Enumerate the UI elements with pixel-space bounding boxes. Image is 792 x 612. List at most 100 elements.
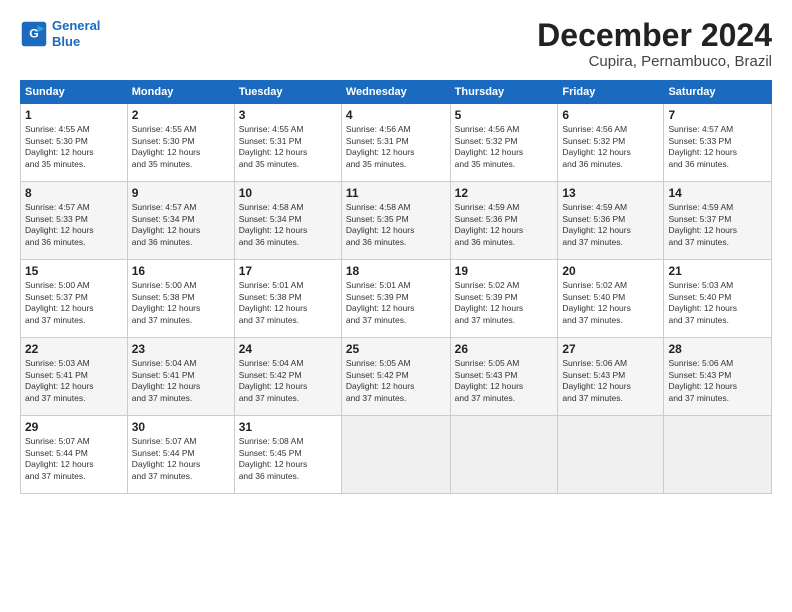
- title-area: December 2024 Cupira, Pernambuco, Brazil: [537, 18, 772, 70]
- day-info: Sunrise: 4:55 AM Sunset: 5:30 PM Dayligh…: [25, 124, 123, 170]
- day-info: Sunrise: 5:06 AM Sunset: 5:43 PM Dayligh…: [668, 358, 767, 404]
- day-number: 24: [239, 342, 337, 356]
- day-number: 16: [132, 264, 230, 278]
- col-tuesday: Tuesday: [234, 81, 341, 104]
- day-info: Sunrise: 5:03 AM Sunset: 5:41 PM Dayligh…: [25, 358, 123, 404]
- calendar-cell: 12 Sunrise: 4:59 AM Sunset: 5:36 PM Dayli…: [450, 182, 558, 260]
- day-info: Sunrise: 4:55 AM Sunset: 5:30 PM Dayligh…: [132, 124, 230, 170]
- day-info: Sunrise: 5:03 AM Sunset: 5:40 PM Dayligh…: [668, 280, 767, 326]
- day-number: 2: [132, 108, 230, 122]
- month-title: December 2024: [537, 18, 772, 53]
- day-info: Sunrise: 5:08 AM Sunset: 5:45 PM Dayligh…: [239, 436, 337, 482]
- day-info: Sunrise: 4:56 AM Sunset: 5:31 PM Dayligh…: [346, 124, 446, 170]
- calendar-cell: 13 Sunrise: 4:59 AM Sunset: 5:36 PM Dayli…: [558, 182, 664, 260]
- day-info: Sunrise: 4:59 AM Sunset: 5:37 PM Dayligh…: [668, 202, 767, 248]
- day-info: Sunrise: 5:04 AM Sunset: 5:42 PM Dayligh…: [239, 358, 337, 404]
- calendar-cell: 26Sunrise: 5:05 AM Sunset: 5:43 PM Dayli…: [450, 338, 558, 416]
- day-number: 12: [455, 186, 554, 200]
- day-number: 9: [132, 186, 230, 200]
- calendar-cell: 6Sunrise: 4:56 AM Sunset: 5:32 PM Daylig…: [558, 104, 664, 182]
- day-number: 1: [25, 108, 123, 122]
- day-number: 3: [239, 108, 337, 122]
- col-wednesday: Wednesday: [341, 81, 450, 104]
- day-number: 22: [25, 342, 123, 356]
- day-info: Sunrise: 5:05 AM Sunset: 5:42 PM Dayligh…: [346, 358, 446, 404]
- calendar-cell: 21 Sunrise: 5:03 AM Sunset: 5:40 PM Dayli…: [664, 260, 772, 338]
- calendar: Sunday Monday Tuesday Wednesday Thursday…: [20, 80, 772, 494]
- calendar-cell: 7Sunrise: 4:57 AM Sunset: 5:33 PM Daylig…: [664, 104, 772, 182]
- calendar-cell: 27 Sunrise: 5:06 AM Sunset: 5:43 PM Dayli…: [558, 338, 664, 416]
- col-friday: Friday: [558, 81, 664, 104]
- day-info: Sunrise: 4:59 AM Sunset: 5:36 PM Dayligh…: [562, 202, 659, 248]
- calendar-cell: [558, 416, 664, 494]
- day-number: 15: [25, 264, 123, 278]
- day-info: Sunrise: 4:57 AM Sunset: 5:33 PM Dayligh…: [668, 124, 767, 170]
- calendar-cell: 19 Sunrise: 5:02 AM Sunset: 5:39 PM Dayli…: [450, 260, 558, 338]
- day-number: 17: [239, 264, 337, 278]
- day-info: Sunrise: 5:06 AM Sunset: 5:43 PM Dayligh…: [562, 358, 659, 404]
- day-number: 25: [346, 342, 446, 356]
- calendar-body: 1 Sunrise: 4:55 AM Sunset: 5:30 PM Daylig…: [21, 104, 772, 494]
- calendar-cell: 14 Sunrise: 4:59 AM Sunset: 5:37 PM Dayli…: [664, 182, 772, 260]
- header: G General Blue December 2024 Cupira, Per…: [20, 18, 772, 70]
- day-number: 19: [455, 264, 554, 278]
- calendar-week-2: 8 Sunrise: 4:57 AM Sunset: 5:33 PM Daylig…: [21, 182, 772, 260]
- day-number: 29: [25, 420, 123, 434]
- calendar-week-4: 22 Sunrise: 5:03 AM Sunset: 5:41 PM Dayli…: [21, 338, 772, 416]
- col-thursday: Thursday: [450, 81, 558, 104]
- logo-text: General Blue: [52, 18, 100, 49]
- col-monday: Monday: [127, 81, 234, 104]
- calendar-cell: 15Sunrise: 5:00 AM Sunset: 5:37 PM Dayli…: [21, 260, 128, 338]
- day-number: 13: [562, 186, 659, 200]
- svg-text:G: G: [29, 26, 39, 40]
- day-number: 30: [132, 420, 230, 434]
- day-info: Sunrise: 5:00 AM Sunset: 5:38 PM Dayligh…: [132, 280, 230, 326]
- day-info: Sunrise: 4:58 AM Sunset: 5:35 PM Dayligh…: [346, 202, 446, 248]
- logo: G General Blue: [20, 18, 100, 49]
- calendar-cell: 2 Sunrise: 4:55 AM Sunset: 5:30 PM Daylig…: [127, 104, 234, 182]
- calendar-cell: 17 Sunrise: 5:01 AM Sunset: 5:38 PM Dayli…: [234, 260, 341, 338]
- day-number: 11: [346, 186, 446, 200]
- location: Cupira, Pernambuco, Brazil: [537, 53, 772, 70]
- calendar-cell: 23 Sunrise: 5:04 AM Sunset: 5:41 PM Dayli…: [127, 338, 234, 416]
- day-number: 23: [132, 342, 230, 356]
- day-number: 10: [239, 186, 337, 200]
- day-info: Sunrise: 5:04 AM Sunset: 5:41 PM Dayligh…: [132, 358, 230, 404]
- day-info: Sunrise: 5:07 AM Sunset: 5:44 PM Dayligh…: [25, 436, 123, 482]
- day-info: Sunrise: 5:05 AM Sunset: 5:43 PM Dayligh…: [455, 358, 554, 404]
- day-number: 21: [668, 264, 767, 278]
- day-info: Sunrise: 5:07 AM Sunset: 5:44 PM Dayligh…: [132, 436, 230, 482]
- calendar-week-1: 1 Sunrise: 4:55 AM Sunset: 5:30 PM Daylig…: [21, 104, 772, 182]
- day-number: 5: [455, 108, 554, 122]
- day-number: 27: [562, 342, 659, 356]
- calendar-cell: 5Sunrise: 4:56 AM Sunset: 5:32 PM Daylig…: [450, 104, 558, 182]
- calendar-cell: 4 Sunrise: 4:56 AM Sunset: 5:31 PM Daylig…: [341, 104, 450, 182]
- calendar-cell: 1 Sunrise: 4:55 AM Sunset: 5:30 PM Daylig…: [21, 104, 128, 182]
- day-info: Sunrise: 5:02 AM Sunset: 5:39 PM Dayligh…: [455, 280, 554, 326]
- calendar-cell: [341, 416, 450, 494]
- calendar-cell: 3Sunrise: 4:55 AM Sunset: 5:31 PM Daylig…: [234, 104, 341, 182]
- calendar-week-5: 29 Sunrise: 5:07 AM Sunset: 5:44 PM Dayli…: [21, 416, 772, 494]
- day-info: Sunrise: 4:59 AM Sunset: 5:36 PM Dayligh…: [455, 202, 554, 248]
- calendar-cell: 25 Sunrise: 5:05 AM Sunset: 5:42 PM Dayli…: [341, 338, 450, 416]
- calendar-cell: 22 Sunrise: 5:03 AM Sunset: 5:41 PM Dayli…: [21, 338, 128, 416]
- calendar-cell: 11 Sunrise: 4:58 AM Sunset: 5:35 PM Dayli…: [341, 182, 450, 260]
- col-sunday: Sunday: [21, 81, 128, 104]
- calendar-cell: 29 Sunrise: 5:07 AM Sunset: 5:44 PM Dayli…: [21, 416, 128, 494]
- day-number: 28: [668, 342, 767, 356]
- day-info: Sunrise: 5:01 AM Sunset: 5:39 PM Dayligh…: [346, 280, 446, 326]
- calendar-cell: 10Sunrise: 4:58 AM Sunset: 5:34 PM Dayli…: [234, 182, 341, 260]
- day-number: 14: [668, 186, 767, 200]
- day-info: Sunrise: 4:57 AM Sunset: 5:33 PM Dayligh…: [25, 202, 123, 248]
- logo-icon: G: [20, 20, 48, 48]
- logo-line1: General: [52, 18, 100, 33]
- calendar-cell: 8 Sunrise: 4:57 AM Sunset: 5:33 PM Daylig…: [21, 182, 128, 260]
- day-number: 18: [346, 264, 446, 278]
- day-number: 6: [562, 108, 659, 122]
- page: G General Blue December 2024 Cupira, Per…: [0, 0, 792, 612]
- day-number: 4: [346, 108, 446, 122]
- day-number: 8: [25, 186, 123, 200]
- day-info: Sunrise: 5:02 AM Sunset: 5:40 PM Dayligh…: [562, 280, 659, 326]
- day-info: Sunrise: 5:01 AM Sunset: 5:38 PM Dayligh…: [239, 280, 337, 326]
- calendar-cell: 31Sunrise: 5:08 AM Sunset: 5:45 PM Dayli…: [234, 416, 341, 494]
